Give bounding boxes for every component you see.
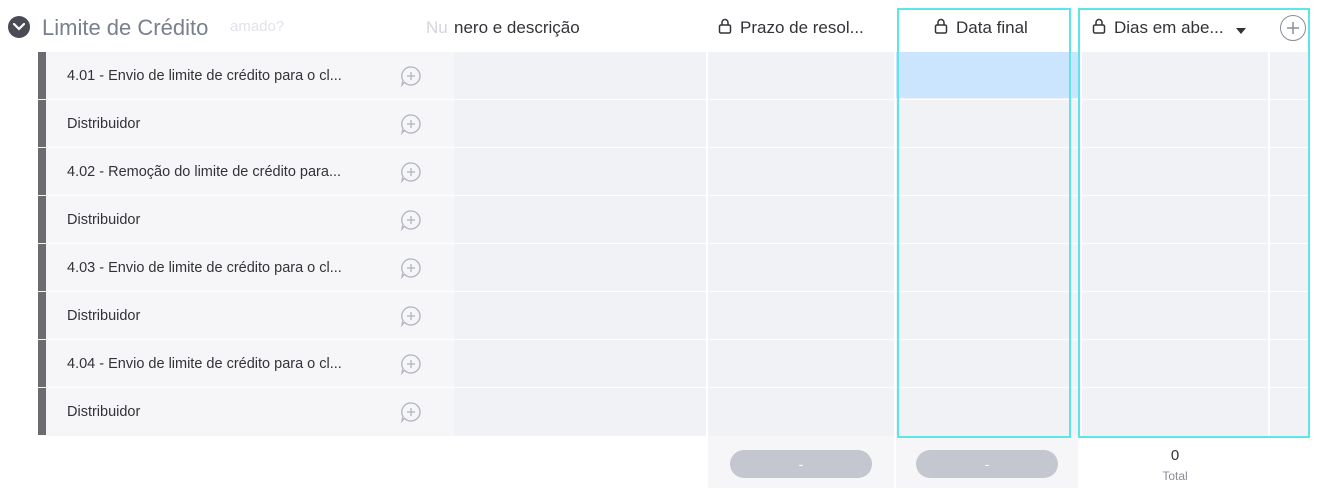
table-row[interactable]: 4.03 - Envio de limite de crédito para o… [38,244,454,291]
row-color-bar [38,196,46,243]
prazo-column [708,52,894,436]
column-header-numero[interactable]: nero e descrição [454,10,580,46]
lock-icon [718,11,732,47]
row-color-bar [38,52,46,99]
table-row[interactable]: Distribuidor [38,292,454,339]
dias-total-value: 0 [1170,447,1180,464]
table-row[interactable]: Distribuidor [38,196,454,243]
row-item-label[interactable]: 4.03 - Envio de limite de crédito para o… [67,260,382,276]
row-color-bar [38,244,46,291]
row-item-label[interactable]: 4.04 - Envio de limite de crédito para o… [67,356,382,372]
row-item-label[interactable]: 4.02 - Remoção do limite de crédito para… [67,164,382,180]
highlight-dias-column [1078,8,1310,438]
add-update-icon[interactable] [400,401,422,423]
row-color-bar [38,100,46,147]
table-row[interactable]: Distribuidor [38,100,454,147]
dias-total-label: Total [1162,469,1188,483]
table-row[interactable]: 4.02 - Remoção do limite de crédito para… [38,148,454,195]
add-update-icon[interactable] [400,257,422,279]
ghost-hint: amado? [230,18,285,35]
numero-column [454,52,706,436]
row-color-bar [38,148,46,195]
row-item-label[interactable]: Distribuidor [67,212,382,228]
add-update-icon[interactable] [400,209,422,231]
column-header-prazo[interactable]: Prazo de resol... [718,10,864,46]
table-row[interactable]: 4.01 - Envio de limite de crédito para o… [38,52,454,99]
row-color-bar [38,388,46,435]
highlight-data-final-column [897,8,1071,438]
row-color-bar [38,292,46,339]
data-final-summary-pill: - [916,450,1058,478]
chevron-down-icon [13,23,25,31]
add-update-icon[interactable] [400,353,422,375]
add-update-icon[interactable] [400,305,422,327]
column-header-item-partial: Nu [426,18,448,37]
add-update-icon[interactable] [400,161,422,183]
row-item-label[interactable]: Distribuidor [67,404,382,420]
row-item-label[interactable]: Distribuidor [67,308,382,324]
row-item-label[interactable]: Distribuidor [67,116,382,132]
column-header-prazo-label: Prazo de resol... [740,18,864,37]
row-color-bar [38,340,46,387]
table-row[interactable]: 4.04 - Envio de limite de crédito para o… [38,340,454,387]
add-update-icon[interactable] [400,65,422,87]
group-title[interactable]: Limite de Crédito [42,10,208,46]
prazo-summary-pill: - [730,450,872,478]
row-item-label[interactable]: 4.01 - Envio de limite de crédito para o… [67,68,382,84]
add-update-icon[interactable] [400,113,422,135]
table-row[interactable]: Distribuidor [38,388,454,435]
group-collapse-toggle[interactable] [8,16,30,38]
